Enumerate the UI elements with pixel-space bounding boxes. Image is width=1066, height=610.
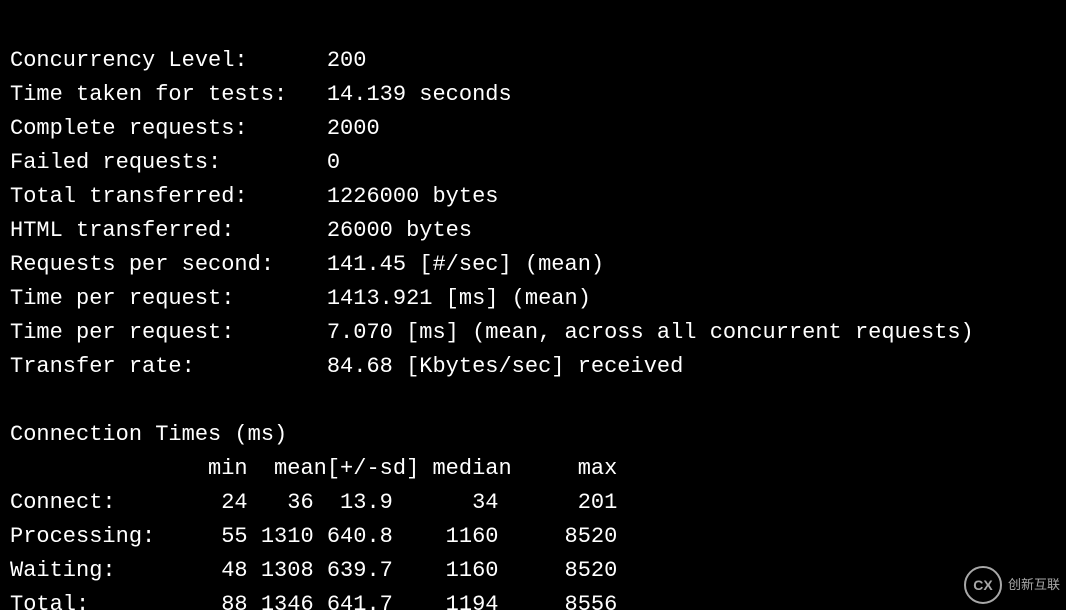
watermark-logo-icon: CX <box>964 566 1002 604</box>
terminal-output: Concurrency Level: 200 Time taken for te… <box>0 22 1066 610</box>
watermark-brand: 创新互联 <box>1008 568 1060 602</box>
watermark: CX 创新互联 <box>964 566 1060 604</box>
watermark-logo-text: CX <box>973 568 992 602</box>
